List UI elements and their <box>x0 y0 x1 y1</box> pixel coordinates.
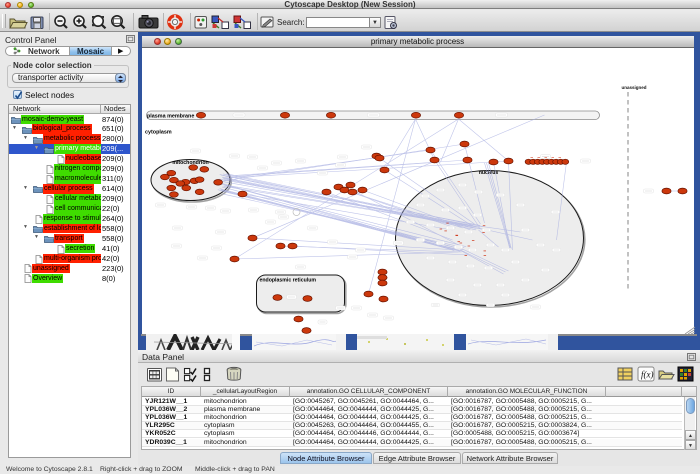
svg-text:cytoplasm: cytoplasm <box>145 130 172 136</box>
svg-text:plasma membrane: plasma membrane <box>147 114 194 120</box>
svg-text:unassigned: unassigned <box>621 85 646 90</box>
svg-text:f(x): f(x) <box>641 370 654 380</box>
svg-text:endoplasmic reticulum: endoplasmic reticulum <box>259 278 316 284</box>
